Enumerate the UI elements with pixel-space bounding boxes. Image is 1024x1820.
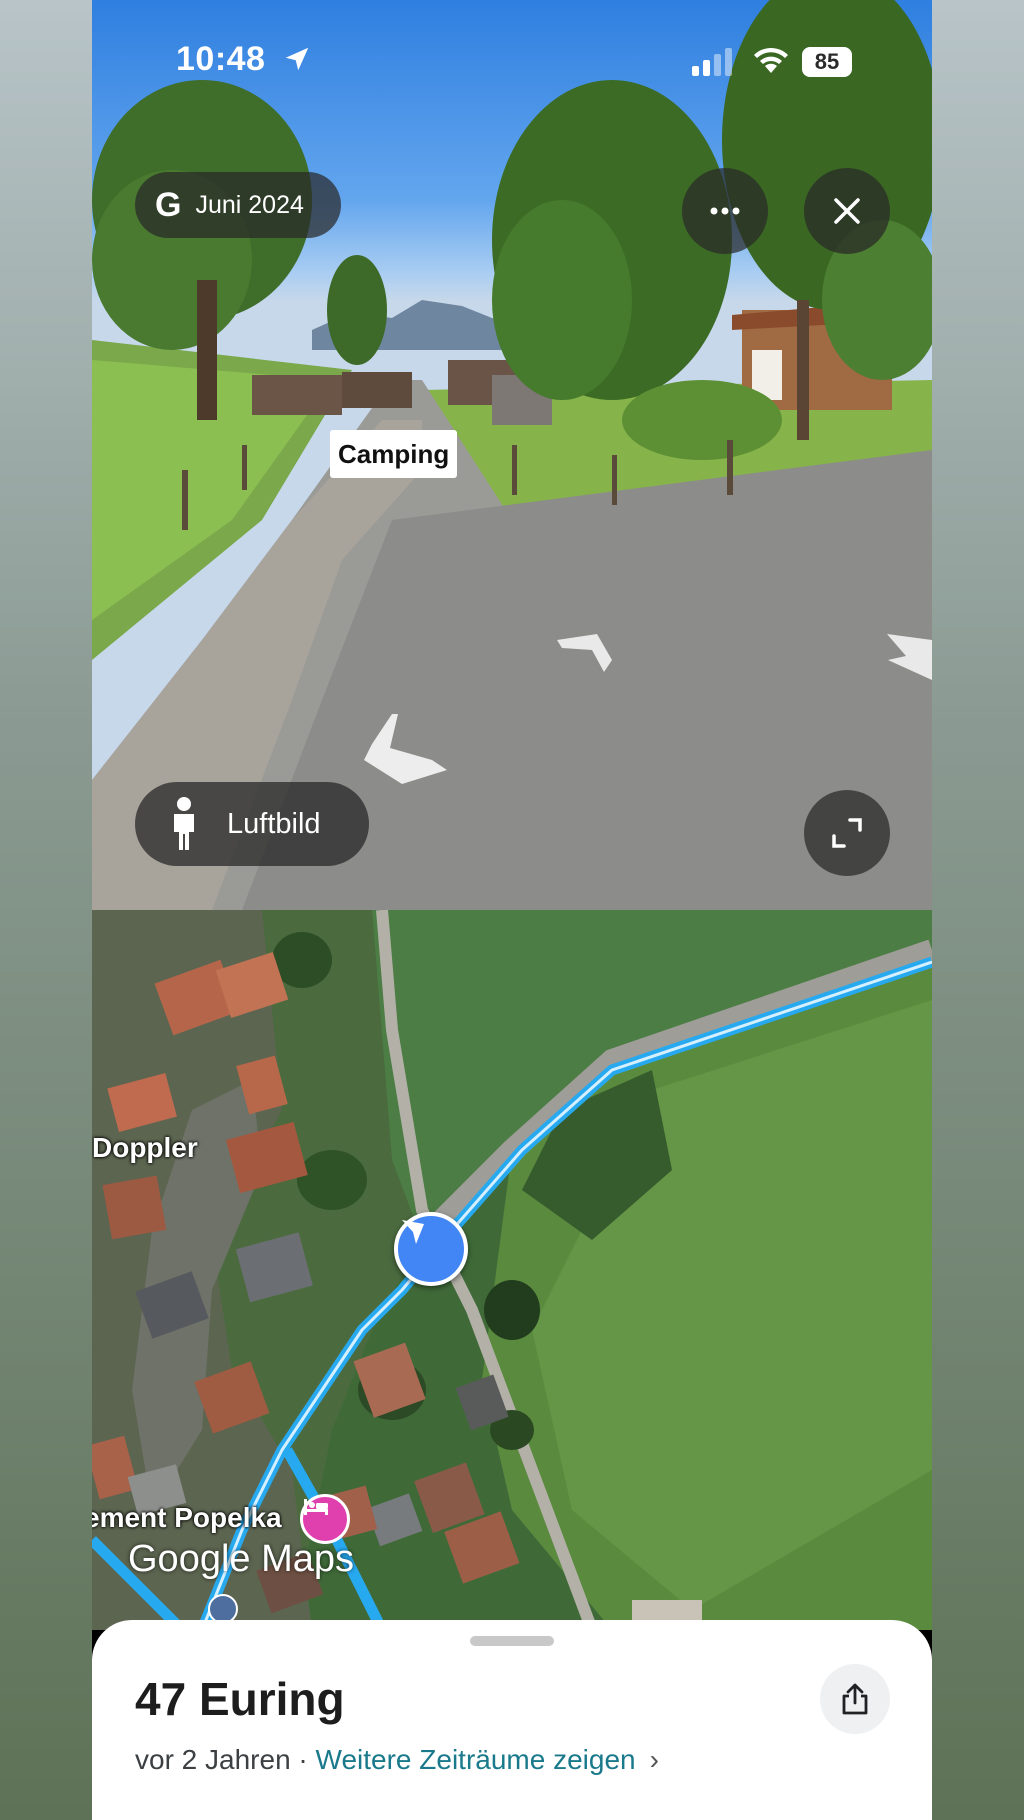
share-button[interactable] <box>820 1664 890 1734</box>
navigation-arrow-icon <box>402 1220 424 1244</box>
status-time: 10:48 <box>176 40 266 78</box>
aerial-view-button[interactable]: Luftbild <box>135 782 369 866</box>
cellular-signal-icon <box>692 48 732 76</box>
wifi-icon <box>754 47 788 73</box>
close-button[interactable] <box>804 168 890 254</box>
imagery-date-chip[interactable]: G Juni 2024 <box>135 172 341 238</box>
google-g-icon: G <box>155 185 182 224</box>
imagery-date-label: Juni 2024 <box>195 190 304 219</box>
street-view-panorama[interactable]: 10:48 85 G Juni 2024 Camping Luftbild <box>92 0 932 910</box>
status-bar: 10:48 85 <box>92 40 932 82</box>
location-arrow-icon <box>285 47 309 71</box>
more-horizontal-icon <box>710 207 740 215</box>
imagery-meta-line: vor 2 Jahren · Weitere Zeiträume zeigen › <box>135 1744 659 1776</box>
close-icon <box>834 198 860 224</box>
street-scene <box>92 0 932 910</box>
satellite-map[interactable]: Doppler ement Popelka Google Maps <box>92 910 932 1630</box>
phone-screen: 10:48 85 G Juni 2024 Camping Luftbild Do… <box>92 0 932 1820</box>
drag-handle[interactable] <box>470 1636 554 1646</box>
map-label-popelka[interactable]: ement Popelka <box>92 1502 282 1534</box>
share-icon <box>842 1683 868 1715</box>
expand-icon <box>832 818 862 848</box>
chevron-right-icon[interactable]: › <box>650 1744 659 1775</box>
battery-indicator: 85 <box>802 47 852 77</box>
meta-separator: · <box>290 1744 316 1775</box>
imagery-age: vor 2 Jahren <box>135 1744 291 1775</box>
map-label-doppler[interactable]: Doppler <box>92 1132 198 1164</box>
more-periods-link[interactable]: Weitere Zeiträume zeigen <box>316 1744 636 1775</box>
fullscreen-button[interactable] <box>804 790 890 876</box>
bed-icon <box>304 1499 328 1515</box>
pegman-icon <box>174 797 194 850</box>
current-position-marker[interactable] <box>394 1212 468 1286</box>
place-bottom-sheet[interactable]: 47 Euring vor 2 Jahren · Weitere Zeiträu… <box>92 1620 932 1820</box>
place-title: 47 Euring <box>135 1673 345 1725</box>
google-maps-logo: Google Maps <box>128 1538 355 1580</box>
place-label-camping[interactable]: Camping <box>330 430 458 478</box>
more-options-button[interactable] <box>682 168 768 254</box>
aerial-view-label: Luftbild <box>227 807 321 840</box>
hotel-pin[interactable] <box>300 1494 350 1544</box>
